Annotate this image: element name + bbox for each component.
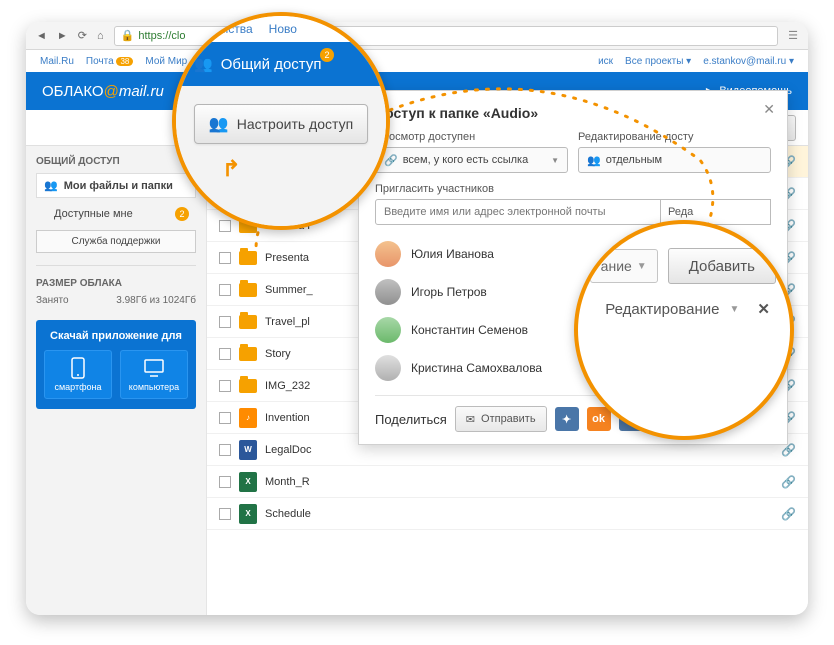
file-icon: ♪: [239, 408, 257, 428]
lens1-badge: 2: [320, 48, 334, 62]
file-name: Story: [265, 348, 291, 360]
folder-icon: [239, 347, 257, 361]
avatar: [375, 279, 401, 305]
checkbox[interactable]: [219, 412, 231, 424]
promo-computer[interactable]: компьютера: [120, 350, 188, 399]
user-name: Кристина Самохвалова: [411, 361, 542, 375]
file-row[interactable]: X Schedule 🔗: [207, 498, 808, 530]
file-name: IMG_232: [265, 380, 310, 392]
folder-icon: [239, 283, 257, 297]
lens2-add-button[interactable]: Добавить: [668, 248, 776, 284]
avatar: [375, 317, 401, 343]
checkbox[interactable]: [219, 284, 231, 296]
send-button[interactable]: ✉Отправить: [455, 406, 547, 432]
people-icon: 👥: [44, 179, 58, 192]
logo: ОБЛАКО@mail.ru: [42, 83, 164, 100]
promo-title: Скачай приложение для: [44, 330, 188, 342]
invite-input[interactable]: [375, 199, 661, 225]
magnifier-lens-1: мства Ново 👥 Общий доступ 2 👥Настроить д…: [172, 12, 390, 230]
file-name: Summer_: [265, 284, 313, 296]
file-name: Month_R: [265, 476, 310, 488]
link-icon[interactable]: 🔗: [781, 475, 796, 489]
close-icon[interactable]: ✕: [763, 101, 775, 118]
folder-icon: [239, 315, 257, 329]
mailru-nav: Mail.Ru Почта 38 Мой Мир иск Все проекты…: [26, 50, 808, 72]
file-row[interactable]: X Month_R 🔗: [207, 466, 808, 498]
mailru-link[interactable]: Mail.Ru: [40, 56, 74, 67]
user-name: Константин Семенов: [411, 323, 528, 337]
folder-icon: [239, 379, 257, 393]
home-icon[interactable]: ⌂: [97, 30, 104, 42]
sidebar-my-files[interactable]: 👥Мои файлы и папки: [36, 173, 196, 198]
checkbox[interactable]: [219, 444, 231, 456]
storage-heading: РАЗМЕР ОБЛАКА: [36, 278, 196, 289]
monitor-icon: [143, 357, 165, 379]
mail-link[interactable]: Почта 38: [86, 56, 133, 67]
turn-arrow-icon: ↱: [222, 156, 368, 182]
file-name: Presenta: [265, 252, 309, 264]
remove-icon[interactable]: ✕: [757, 300, 770, 318]
fwd-icon[interactable]: ►: [57, 30, 68, 42]
lens2-user-role: Редактирование▼ ✕: [592, 300, 776, 318]
browser-chrome: ◄ ► ⟳ ⌂ 🔒https://clo ☰: [26, 22, 808, 50]
sidebar: ОБЩИЙ ДОСТУП 👥Мои файлы и папки Доступны…: [26, 146, 206, 615]
allprojects-link[interactable]: Все проекты ▾: [625, 56, 691, 67]
magnifier-lens-2: ание▼ Добавить Редактирование▼ ✕: [574, 220, 794, 440]
file-icon: X: [239, 504, 257, 524]
avatar: [375, 355, 401, 381]
people-icon: 👥: [209, 114, 229, 134]
menu-icon[interactable]: ☰: [788, 29, 798, 42]
sidebar-heading: ОБЩИЙ ДОСТУП: [36, 156, 196, 167]
phone-icon: [69, 357, 87, 379]
folder-icon: [239, 251, 257, 265]
reload-icon[interactable]: ⟳: [78, 29, 87, 42]
checkbox[interactable]: [219, 348, 231, 360]
lens1-nav-b[interactable]: Ново: [269, 22, 297, 36]
file-name: Travel_pl: [265, 316, 310, 328]
checkbox[interactable]: [219, 252, 231, 264]
sidebar-shared[interactable]: Доступные мне2: [36, 202, 196, 226]
shared-count-badge: 2: [175, 207, 189, 221]
file-name: LegalDoc: [265, 444, 311, 456]
link-icon[interactable]: 🔗: [781, 507, 796, 521]
search-link[interactable]: иск: [598, 56, 613, 67]
storage-usage: Занято3.98Гб из 1024Гб: [36, 295, 196, 306]
checkbox[interactable]: [219, 380, 231, 392]
lens1-configure-button[interactable]: 👥Настроить доступ: [194, 104, 368, 144]
file-name: Invention: [265, 412, 310, 424]
people-icon: 👥: [587, 154, 601, 167]
checkbox[interactable]: [219, 316, 231, 328]
user-name: Игорь Петров: [411, 285, 487, 299]
promo-smartphone[interactable]: смартфона: [44, 350, 112, 399]
file-icon: W: [239, 440, 257, 460]
share-label: Поделиться: [375, 412, 447, 427]
moimir-icon[interactable]: ✦: [555, 407, 579, 431]
app-promo: Скачай приложение для смартфона компьюте…: [36, 320, 196, 409]
checkbox[interactable]: [219, 220, 231, 232]
view-label: Просмотр доступен: [375, 131, 568, 143]
support-button[interactable]: Служба поддержки: [36, 230, 196, 253]
back-icon[interactable]: ◄: [36, 30, 47, 42]
lens1-bluebar: 👥 Общий доступ 2: [176, 42, 386, 86]
modal-title: Доступ к папке «Audio»: [375, 105, 771, 121]
checkbox[interactable]: [219, 508, 231, 520]
ok-icon[interactable]: ok: [587, 407, 611, 431]
envelope-icon: ✉: [466, 413, 475, 426]
view-dropdown[interactable]: 🔗всем, у кого есть ссылка▼: [375, 147, 568, 173]
avatar: [375, 241, 401, 267]
file-icon: X: [239, 472, 257, 492]
file-name: Schedule: [265, 508, 311, 520]
people-icon: 👥: [194, 55, 213, 73]
user-name: Юлия Иванова: [411, 247, 494, 261]
link-icon: 🔗: [384, 154, 398, 167]
checkbox[interactable]: [219, 476, 231, 488]
user-email[interactable]: e.stankov@mail.ru ▾: [703, 56, 794, 67]
lens1-shared-label: Общий доступ: [221, 56, 322, 73]
edit-dropdown[interactable]: 👥отдельным: [578, 147, 771, 173]
invite-label: Пригласить участников: [375, 183, 771, 195]
edit-label: Редактирование досту: [578, 131, 771, 143]
